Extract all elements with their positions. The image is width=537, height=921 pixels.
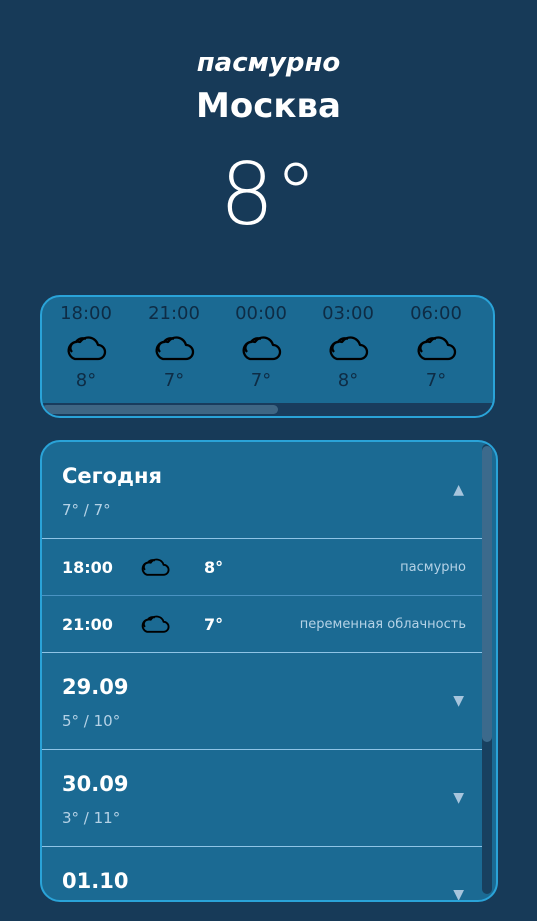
hour-description: пасмурно: [400, 560, 466, 575]
hourly-temp: 7°: [250, 370, 272, 391]
hour-description: переменная облачность: [299, 617, 466, 632]
city-name: Москва: [196, 86, 341, 126]
hour-temp: 8°: [204, 558, 224, 577]
day-row[interactable]: 30.09 3° / 11° ▼: [42, 750, 484, 847]
day-name: 29.09: [62, 675, 129, 699]
chevron-up-icon[interactable]: ▲: [453, 482, 464, 498]
hourly-item: 18:00 8°: [46, 303, 126, 391]
hour-time: 18:00: [62, 558, 113, 577]
cloud-icon: [396, 332, 476, 364]
hourly-time: 00:00: [235, 303, 287, 324]
hour-temp: 7°: [204, 615, 224, 634]
hourly-temp: 7°: [425, 370, 447, 391]
day-row[interactable]: 29.09 5° / 10° ▼: [42, 653, 484, 750]
hour-row: 18:00 8° пасмурно: [42, 539, 484, 596]
day-temp-range: 7° / 7°: [62, 501, 111, 519]
hourly-temp: 7°: [163, 370, 185, 391]
day-row-today[interactable]: Сегодня 7° / 7° ▲: [42, 442, 484, 539]
hourly-temp: 8°: [75, 370, 97, 391]
hourly-item: 21:00 7°: [134, 303, 214, 391]
hourly-temp: 8°: [337, 370, 359, 391]
cloud-icon: [221, 332, 301, 364]
hour-time: 21:00: [62, 615, 113, 634]
hourly-time: 21:00: [148, 303, 200, 324]
chevron-down-icon[interactable]: ▼: [453, 693, 464, 709]
cloud-icon: [308, 332, 388, 364]
chevron-down-icon[interactable]: ▼: [453, 790, 464, 806]
day-name: Сегодня: [62, 464, 163, 488]
current-condition: пасмурно: [196, 48, 341, 78]
day-name: 30.09: [62, 772, 129, 796]
vertical-scrollbar-thumb[interactable]: [482, 446, 492, 742]
chevron-down-icon[interactable]: ▼: [453, 887, 464, 900]
hourly-forecast[interactable]: 18:00 8° 21:00 7° 00:00 7° 03:00 8° 06:0…: [40, 295, 495, 418]
day-name: 01.10: [62, 869, 129, 893]
hourly-item: 06:00 7°: [396, 303, 476, 391]
cloud-icon: [140, 555, 170, 583]
daily-forecast-list[interactable]: Сегодня 7° / 7° ▲ 18:00 8° пасмурно 21:0…: [40, 440, 498, 902]
hourly-time: 03:00: [322, 303, 374, 324]
hourly-time: 18:00: [60, 303, 112, 324]
day-temp-range: 5° / 10°: [62, 712, 121, 730]
cloud-icon: [140, 612, 170, 640]
horizontal-scrollbar-thumb[interactable]: [42, 405, 278, 414]
cloud-icon: [46, 332, 126, 364]
cloud-icon: [134, 332, 214, 364]
hourly-item: 00:00 7°: [221, 303, 301, 391]
hour-row: 21:00 7° переменная облачность: [42, 596, 484, 653]
hourly-time: 06:00: [410, 303, 462, 324]
horizontal-scrollbar[interactable]: [42, 403, 493, 416]
day-row[interactable]: 01.10 ▼: [42, 847, 484, 900]
hourly-item: 03:00 8°: [308, 303, 388, 391]
current-temperature: 8°: [219, 145, 318, 245]
day-temp-range: 3° / 11°: [62, 809, 121, 827]
